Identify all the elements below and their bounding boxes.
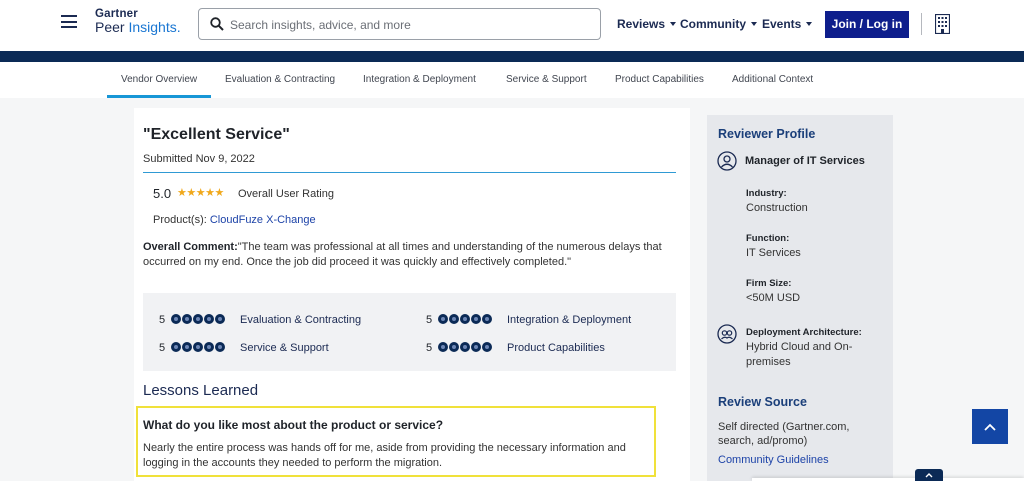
deployment-icon bbox=[717, 324, 737, 344]
section-tabs: Vendor Overview Evaluation & Contracting… bbox=[0, 62, 1024, 98]
deployment-value-line1: Hybrid Cloud and On- bbox=[746, 341, 853, 353]
review-source-line1: Self directed (Gartner.com, bbox=[718, 421, 850, 433]
join-login-button[interactable]: Join / Log in bbox=[825, 11, 909, 38]
tab-service-support[interactable]: Service & Support bbox=[506, 74, 587, 85]
nav-community[interactable]: Community bbox=[680, 17, 757, 31]
review-source-title: Review Source bbox=[718, 395, 807, 409]
products-row: Product(s): CloudFuze X-Change bbox=[153, 214, 316, 226]
function-value: IT Services bbox=[746, 247, 801, 259]
title-divider bbox=[143, 172, 676, 173]
lessons-learned-heading: Lessons Learned bbox=[143, 382, 259, 399]
drawer-toggle-button[interactable] bbox=[915, 469, 943, 481]
nav-events[interactable]: Events bbox=[762, 17, 813, 31]
rating-dots-icon bbox=[438, 342, 493, 353]
back-to-top-button[interactable] bbox=[972, 409, 1008, 444]
nav-reviews[interactable]: Reviews bbox=[617, 17, 677, 31]
tab-additional-context[interactable]: Additional Context bbox=[732, 74, 813, 85]
chevron-up-icon bbox=[984, 423, 996, 431]
rating-dots-icon bbox=[171, 314, 226, 325]
rating-dots-icon bbox=[171, 342, 226, 353]
deployment-label: Deployment Architecture: bbox=[746, 327, 862, 338]
firm-size-label: Firm Size: bbox=[746, 278, 792, 289]
chevron-up-icon bbox=[925, 473, 933, 478]
gartner-peer-insights-logo[interactable]: Gartner Peer Insights. bbox=[95, 8, 181, 35]
star-rating-icon: ★★★★★ bbox=[177, 187, 224, 199]
chevron-down-icon bbox=[806, 22, 813, 26]
search-box[interactable] bbox=[198, 8, 601, 40]
product-link[interactable]: CloudFuze X-Change bbox=[210, 214, 316, 226]
chevron-down-icon bbox=[751, 22, 757, 26]
firm-size-value: <50M USD bbox=[746, 292, 801, 304]
overall-comment: Overall Comment:"The team was profession… bbox=[143, 241, 662, 268]
overall-rating-value: 5.0 bbox=[153, 186, 172, 201]
reviewer-profile-title: Reviewer Profile bbox=[718, 127, 816, 141]
search-input[interactable] bbox=[230, 15, 590, 35]
brand-bar bbox=[0, 51, 1024, 62]
score-summary bbox=[143, 293, 676, 371]
review-title: "Excellent Service" bbox=[143, 126, 290, 143]
chevron-down-icon bbox=[670, 22, 677, 26]
industry-value: Construction bbox=[746, 202, 808, 214]
tab-product-capabilities[interactable]: Product Capabilities bbox=[615, 74, 704, 85]
tab-integration-deployment[interactable]: Integration & Deployment bbox=[363, 74, 476, 85]
logo-line-2: Peer Insights. bbox=[95, 19, 181, 36]
overall-rating-label: Overall User Rating bbox=[238, 188, 334, 200]
divider bbox=[921, 13, 922, 35]
question-text: What do you like most about the product … bbox=[143, 418, 444, 432]
search-icon bbox=[210, 17, 224, 31]
menu-icon[interactable] bbox=[61, 15, 77, 28]
tab-evaluation-contracting[interactable]: Evaluation & Contracting bbox=[225, 74, 335, 85]
user-icon bbox=[717, 151, 737, 171]
deployment-value-line2: premises bbox=[746, 356, 791, 368]
reviewer-role: Manager of IT Services bbox=[745, 155, 865, 167]
building-icon[interactable] bbox=[935, 14, 950, 34]
review-source-line2: search, ad/promo) bbox=[718, 435, 808, 447]
rating-dots-icon bbox=[438, 314, 493, 325]
function-label: Function: bbox=[746, 233, 790, 244]
tab-vendor-overview[interactable]: Vendor Overview bbox=[121, 74, 197, 85]
submitted-date: Submitted Nov 9, 2022 bbox=[143, 153, 255, 165]
answer-text: Nearly the entire process was hands off … bbox=[143, 442, 626, 469]
industry-label: Industry: bbox=[746, 188, 787, 199]
community-guidelines-link[interactable]: Community Guidelines bbox=[718, 454, 829, 466]
